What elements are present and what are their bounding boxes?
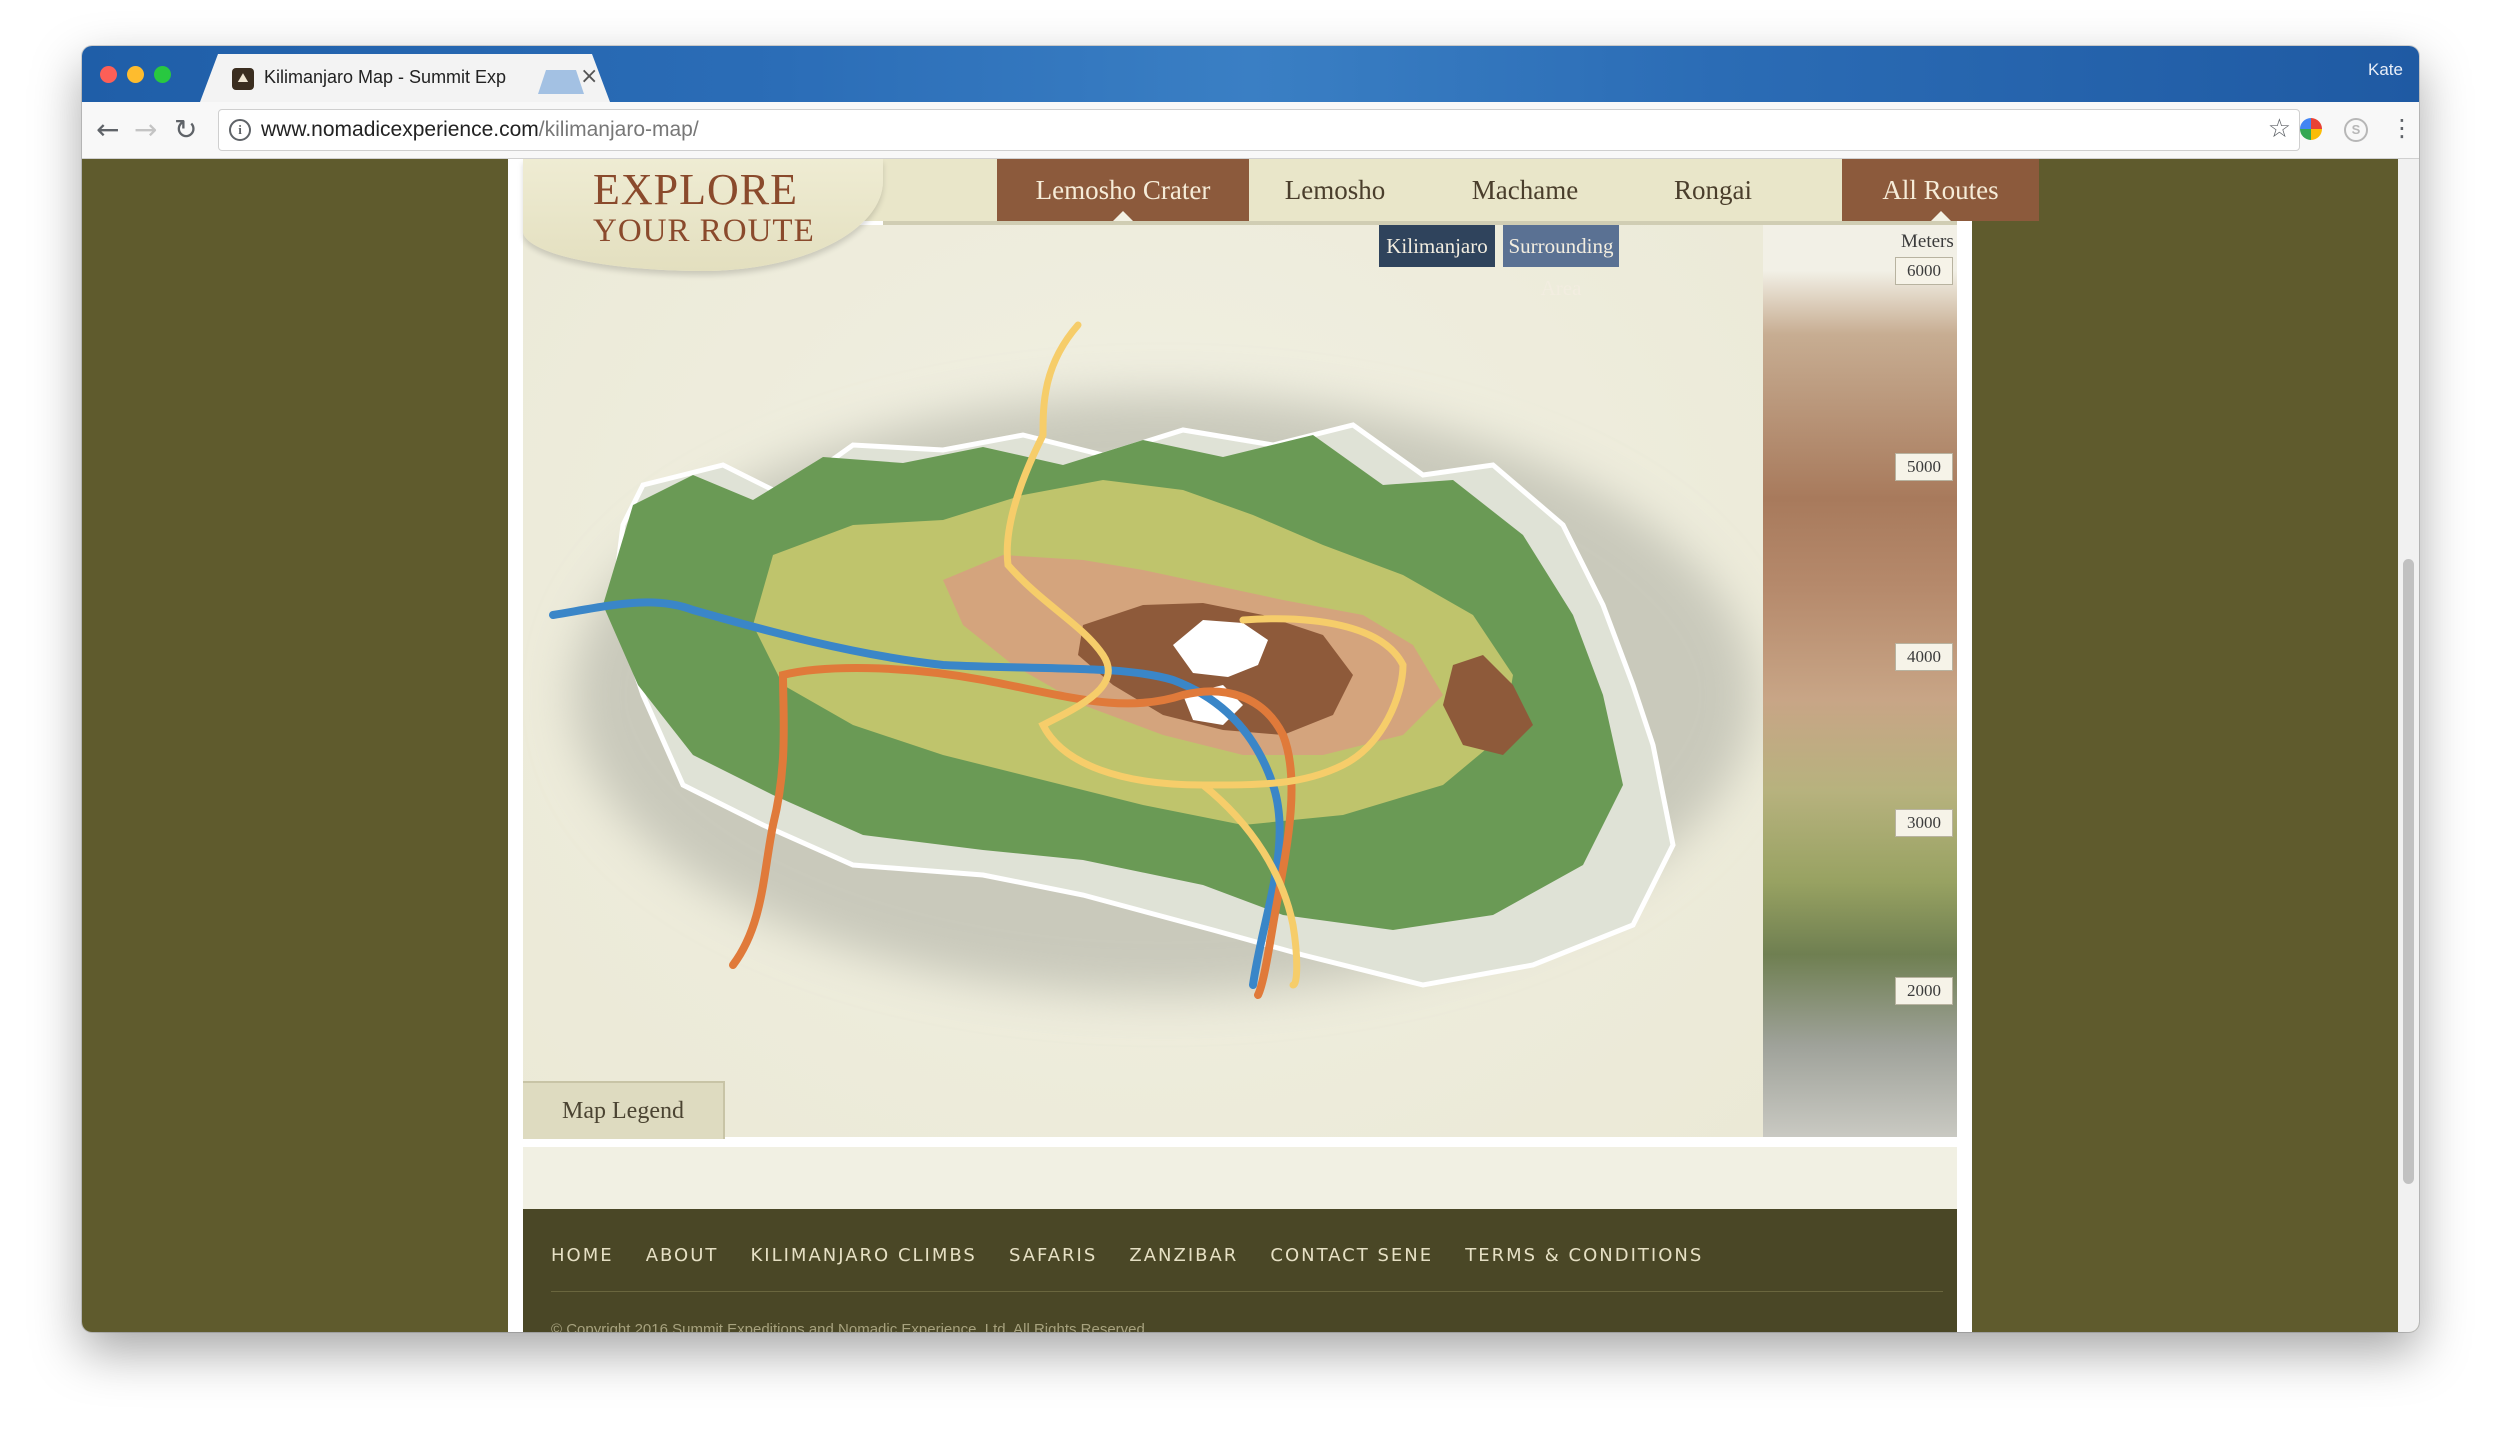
footer-link-zanzibar[interactable]: ZANZIBAR bbox=[1129, 1245, 1238, 1266]
footer-link-home[interactable]: HOME bbox=[551, 1245, 614, 1266]
menu-dots-icon[interactable]: ⋮ bbox=[2390, 114, 2414, 142]
maximize-window-button[interactable] bbox=[154, 66, 171, 83]
content-strip bbox=[523, 1147, 1957, 1209]
mountain-map-illustration bbox=[549, 321, 1753, 999]
kilimanjaro-map[interactable] bbox=[523, 225, 1763, 1137]
elevation-unit-label: Meters bbox=[1901, 231, 1954, 252]
footer-link-terms[interactable]: TERMS & CONDITIONS bbox=[1465, 1245, 1703, 1266]
footer-nav: HOME ABOUT KILIMANJARO CLIMBS SAFARIS ZA… bbox=[551, 1245, 1730, 1266]
elevation-tick-5000: 5000 bbox=[1895, 453, 1953, 481]
site-favicon-icon: ⛰ bbox=[232, 68, 254, 90]
color-wheel-extension-icon[interactable] bbox=[2300, 118, 2322, 140]
elevation-tick-4000: 4000 bbox=[1895, 643, 1953, 671]
tab-lemosho-crater[interactable]: Lemosho Crater bbox=[997, 159, 1249, 221]
logo-line-2: YOUR ROUTE bbox=[593, 213, 815, 249]
url-path: /kilimanjaro-map/ bbox=[538, 118, 699, 141]
tab-all-routes[interactable]: All Routes bbox=[1842, 159, 2039, 221]
map-legend-button[interactable]: Map Legend bbox=[523, 1081, 725, 1139]
elevation-panel: Meters 6000 5000 4000 3000 2000 bbox=[1763, 225, 1957, 1137]
footer-link-contact-sene[interactable]: CONTACT SENE bbox=[1270, 1245, 1433, 1266]
tab-close-icon[interactable]: × bbox=[580, 64, 598, 89]
close-window-button[interactable] bbox=[100, 66, 117, 83]
browser-toolbar: ← → ↻ i www.nomadicexperience.com/kilima… bbox=[82, 102, 2419, 159]
logo-line-1: EXPLORE bbox=[593, 165, 798, 214]
tab-lemosho[interactable]: Lemosho bbox=[1249, 159, 1421, 221]
info-icon[interactable]: i bbox=[229, 119, 251, 141]
star-icon[interactable]: ☆ bbox=[2268, 114, 2291, 144]
copyright-text: © Copyright 2016 Summit Expeditions and … bbox=[551, 1321, 1150, 1332]
footer-divider bbox=[551, 1291, 1943, 1292]
scrollbar-thumb[interactable] bbox=[2403, 559, 2414, 1184]
page-viewport: Lemosho Crater Lemosho Machame Rongai Al… bbox=[82, 159, 2419, 1332]
page-content-column: Lemosho Crater Lemosho Machame Rongai Al… bbox=[508, 159, 2039, 1332]
site-footer: HOME ABOUT KILIMANJARO CLIMBS SAFARIS ZA… bbox=[523, 1209, 1957, 1332]
elevation-tick-6000: 6000 bbox=[1895, 257, 1953, 285]
new-tab-button[interactable] bbox=[538, 70, 584, 94]
elevation-tick-3000: 3000 bbox=[1895, 809, 1953, 837]
tab-title: Kilimanjaro Map - Summit Exp bbox=[264, 67, 507, 87]
subtab-surrounding-area[interactable]: Surrounding Area bbox=[1503, 225, 1619, 300]
subtab-kilimanjaro[interactable]: Kilimanjaro bbox=[1379, 225, 1495, 267]
url-text[interactable]: www.nomadicexperience.com/kilimanjaro-ma… bbox=[261, 118, 699, 142]
skype-extension-icon[interactable]: S bbox=[2344, 118, 2368, 142]
back-arrow-icon[interactable]: ← bbox=[96, 112, 119, 148]
url-host: www.nomadicexperience.com bbox=[261, 118, 539, 141]
address-bar[interactable]: i www.nomadicexperience.com/kilimanjaro-… bbox=[218, 109, 2300, 151]
tab-machame[interactable]: Machame bbox=[1421, 159, 1629, 221]
tab-strip: ⛰ Kilimanjaro Map - Summit Exp × Kate bbox=[82, 46, 2419, 102]
tab-rongai[interactable]: Rongai bbox=[1629, 159, 1797, 221]
page-scrollbar[interactable] bbox=[2398, 159, 2419, 1332]
footer-link-safaris[interactable]: SAFARIS bbox=[1009, 1245, 1097, 1266]
reload-icon[interactable]: ↻ bbox=[174, 112, 197, 148]
forward-arrow-icon[interactable]: → bbox=[134, 112, 157, 148]
profile-name[interactable]: Kate bbox=[2368, 60, 2403, 80]
elevation-tick-2000: 2000 bbox=[1895, 977, 1953, 1005]
footer-link-about[interactable]: ABOUT bbox=[646, 1245, 719, 1266]
browser-window: ⛰ Kilimanjaro Map - Summit Exp × Kate ← … bbox=[82, 46, 2419, 1332]
minimize-window-button[interactable] bbox=[127, 66, 144, 83]
footer-link-kilimanjaro-climbs[interactable]: KILIMANJARO CLIMBS bbox=[750, 1245, 976, 1266]
